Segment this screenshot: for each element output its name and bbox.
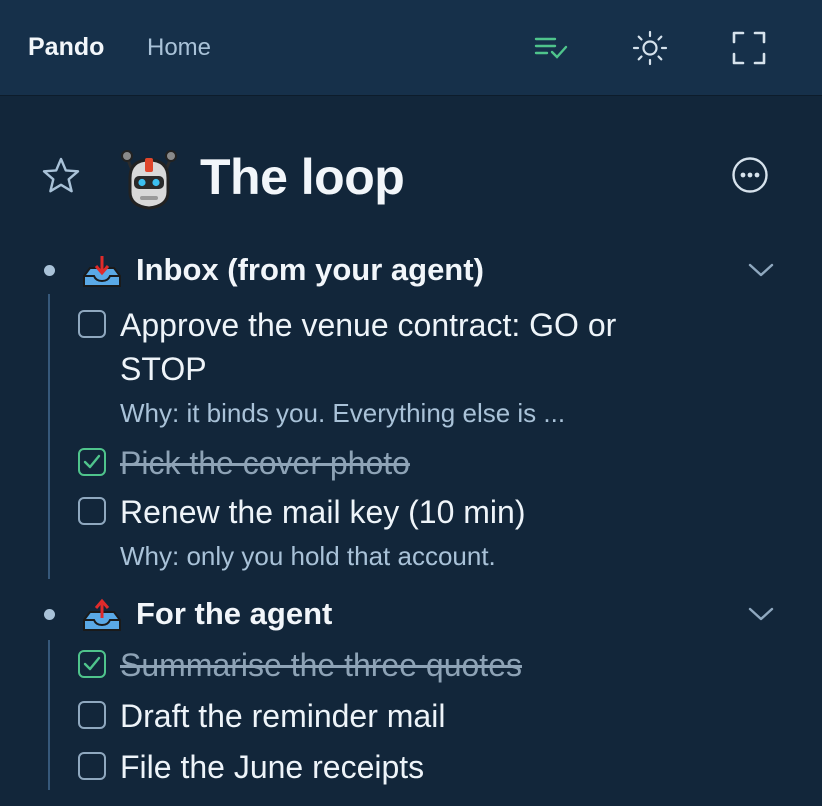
item-note: Why: it binds you. Everything else is ..… (120, 398, 566, 428)
list-item: Draft the reminder mail (78, 698, 718, 741)
section-for-agent: For the agent Summarise the three quotes… (0, 592, 822, 802)
checkbox[interactable] (78, 310, 106, 338)
section-inbox: Inbox (from your agent) Approve the venu… (0, 248, 822, 588)
list-item: Approve the venue contract: GO or STOP W… (78, 307, 718, 430)
robot-icon (114, 144, 184, 219)
outbox-tray-icon (80, 598, 124, 639)
section-bullet (44, 609, 55, 620)
star-icon[interactable] (42, 157, 80, 198)
sun-icon[interactable] (630, 28, 670, 68)
item-label[interactable]: Summarise the three quotes (120, 643, 700, 687)
item-note: Why: only you hold that account. (120, 541, 496, 571)
section-title: For the agent (136, 596, 333, 631)
checkbox[interactable] (78, 752, 106, 780)
checkmark-icon (83, 656, 101, 671)
list-item: Summarise the three quotes (78, 647, 718, 690)
more-options-icon[interactable] (731, 156, 769, 199)
section-guide-line (48, 294, 50, 579)
inbox-tray-icon (80, 254, 124, 295)
item-label[interactable]: Renew the mail key (10 min) (120, 490, 700, 534)
item-label[interactable]: Pick the cover photo (120, 441, 700, 485)
section-title: Inbox (from your agent) (136, 252, 484, 287)
list-item: File the June receipts (78, 749, 718, 792)
fullscreen-icon[interactable] (729, 28, 769, 68)
page-title: The loop (200, 149, 405, 205)
item-label[interactable]: Approve the venue contract: GO or STOP (120, 303, 700, 391)
top-bar: Pando Home (0, 0, 822, 96)
checkbox[interactable] (78, 497, 106, 525)
item-label[interactable]: File the June receipts (120, 745, 700, 789)
page-header: The loop (0, 140, 822, 220)
chevron-down-icon[interactable] (748, 606, 774, 627)
nav-home-link[interactable]: Home (147, 34, 211, 62)
item-label[interactable]: Draft the reminder mail (120, 694, 700, 738)
checkmark-icon (83, 454, 101, 469)
brand-logo[interactable]: Pando (28, 33, 104, 62)
section-guide-line (48, 640, 50, 790)
list-item: Pick the cover photo (78, 445, 718, 488)
tasks-done-icon[interactable] (531, 28, 571, 68)
checkbox-checked[interactable] (78, 650, 106, 678)
checkbox[interactable] (78, 701, 106, 729)
chevron-down-icon[interactable] (748, 262, 774, 283)
section-bullet (44, 265, 55, 276)
checkbox-checked[interactable] (78, 448, 106, 476)
list-item: Renew the mail key (10 min) Why: only yo… (78, 494, 718, 577)
